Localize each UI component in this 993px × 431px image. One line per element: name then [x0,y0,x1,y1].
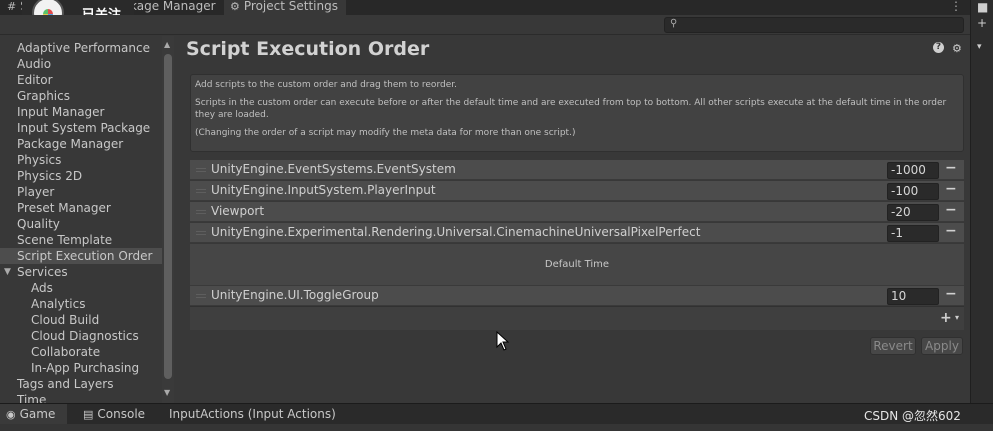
execution-order-field[interactable]: -20 [887,204,939,221]
sidebar-item-in-app-purchasing[interactable]: In-App Purchasing [31,360,139,376]
scroll-up-icon[interactable]: ▲ [164,40,170,49]
plus-icon[interactable]: + [977,16,987,30]
scrollbar-thumb[interactable] [164,54,172,379]
search-row: ⚲ [0,15,970,35]
sidebar-item-input-system-package[interactable]: Input System Package [17,120,150,136]
help-icon[interactable]: ? [933,42,944,53]
remove-script-icon[interactable]: − [945,202,957,218]
sidebar-item-preset-manager[interactable]: Preset Manager [17,200,111,216]
info-line-1: Add scripts to the custom order and drag… [195,80,457,90]
script-name: UnityEngine.EventSystems.EventSystem [211,162,456,176]
default-time-divider: Default Time [190,244,964,286]
info-box: Add scripts to the custom order and drag… [190,74,964,152]
remove-script-icon[interactable]: − [945,160,957,176]
unity-editor: { "top_tabs": { "scene_prefix": "S", "pa… [0,0,993,431]
script-row[interactable]: UnityEngine.InputSystem.PlayerInput -100… [190,181,964,201]
tab-game-label: Game [19,407,56,421]
remove-script-icon[interactable]: − [945,286,957,302]
sidebar-item-services[interactable]: Services [17,264,68,280]
script-row[interactable]: UnityEngine.Experimental.Rendering.Unive… [190,223,964,243]
sidebar-item-input-manager[interactable]: Input Manager [17,104,105,120]
settings-sidebar: Adaptive Performance Audio Editor Graphi… [0,36,176,403]
sidebar-item-script-execution-order[interactable]: Script Execution Order [0,248,162,264]
revert-button[interactable]: Revert [870,337,916,355]
execution-order-field[interactable]: -1000 [887,162,939,179]
script-name: Viewport [211,204,265,218]
tab-game[interactable]: ◉ Game [0,404,68,425]
script-execution-order-panel: Script Execution Order ? ⚙ Add scripts t… [177,36,970,403]
settings-icon: ⚙ [230,0,240,13]
sidebar-scrollbar[interactable]: ▲ ▼ [162,36,174,403]
script-name: UnityEngine.UI.ToggleGroup [211,288,379,302]
search-icon: ⚲ [670,18,678,29]
editor-tab-bar: #S kage Manager ⚙Project Settings ⋮ [0,0,970,15]
drag-handle-icon[interactable] [196,294,206,298]
drag-handle-icon[interactable] [196,189,206,193]
gamepad-icon: ◉ [6,408,16,421]
list-footer: + ▾ [190,306,964,330]
tab-project-settings[interactable]: ⚙ Project Settings [224,0,346,15]
tab-console[interactable]: ▤ Console [83,407,145,421]
sidebar-item-graphics[interactable]: Graphics [17,88,70,104]
script-row[interactable]: Viewport -20 − [190,202,964,222]
script-name: UnityEngine.InputSystem.PlayerInput [211,183,436,197]
script-name: UnityEngine.Experimental.Rendering.Unive… [211,225,701,239]
chevron-down-icon[interactable]: ▾ [977,42,982,52]
sidebar-item-physics-2d[interactable]: Physics 2D [17,168,82,184]
tab-package-manager-label: kage Manager [130,0,216,13]
folder-icon[interactable]: ■ [977,0,988,14]
add-script-icon[interactable]: + [940,310,952,326]
remove-script-icon[interactable]: − [945,181,957,197]
execution-order-field[interactable]: -100 [887,183,939,200]
remove-script-icon[interactable]: − [945,223,957,239]
gear-icon[interactable]: ⚙ [952,42,962,55]
add-dropdown-icon[interactable]: ▾ [955,313,959,322]
tab-package-manager[interactable]: kage Manager [130,0,216,15]
tab-menu-icon[interactable]: ⋮ [950,0,962,13]
tab-project-settings-label: Project Settings [243,0,338,13]
scroll-down-icon[interactable]: ▼ [164,388,170,397]
sidebar-item-audio[interactable]: Audio [17,56,51,72]
console-icon: ▤ [83,408,94,421]
sidebar-item-analytics[interactable]: Analytics [31,296,86,312]
sidebar-item-editor[interactable]: Editor [17,72,53,88]
sidebar-item-ads[interactable]: Ads [31,280,53,296]
sidebar-item-tags-and-layers[interactable]: Tags and Layers [17,376,113,392]
script-row[interactable]: UnityEngine.EventSystems.EventSystem -10… [190,160,964,180]
sidebar-item-scene-template[interactable]: Scene Template [17,232,112,248]
scene-icon: # [7,0,17,13]
sidebar-item-time[interactable]: Time [17,392,46,403]
tab-console-label: Console [97,407,146,421]
execution-order-field[interactable]: -1 [887,225,939,242]
sidebar-item-package-manager[interactable]: Package Manager [17,136,123,152]
bottom-tab-bar: ◉ Game ▤ Console InputActions (Input Actio… [0,403,993,425]
search-input[interactable]: ⚲ [664,17,964,33]
script-row[interactable]: UnityEngine.UI.ToggleGroup 10 − [190,286,964,306]
drag-handle-icon[interactable] [196,231,206,235]
sidebar-item-player[interactable]: Player [17,184,54,200]
sidebar-item-quality[interactable]: Quality [17,216,60,232]
sidebar-item-physics[interactable]: Physics [17,152,61,168]
drag-handle-icon[interactable] [196,168,206,172]
execution-order-field[interactable]: 10 [887,288,939,305]
sidebar-item-adaptive-performance[interactable]: Adaptive Performance [17,40,150,56]
tab-input-actions[interactable]: InputActions (Input Actions) [169,407,336,421]
right-dock-strip: ■ + ▾ [970,0,993,403]
apply-button[interactable]: Apply [921,337,963,355]
watermark: CSDN @忽然602 [864,409,961,423]
sidebar-item-collaborate[interactable]: Collaborate [31,344,100,360]
info-line-2: Scripts in the custom order can execute … [195,98,947,120]
sidebar-item-cloud-diagnostics[interactable]: Cloud Diagnostics [31,328,139,344]
tab-input-actions-label: InputActions (Input Actions) [169,407,336,421]
sidebar-item-cloud-build[interactable]: Cloud Build [31,312,99,328]
status-bar [0,424,993,431]
info-line-3: (Changing the order of a script may modi… [195,128,576,138]
expand-services-icon[interactable]: ▼ [4,267,11,277]
drag-handle-icon[interactable] [196,210,206,214]
page-title: Script Execution Order [186,38,430,60]
